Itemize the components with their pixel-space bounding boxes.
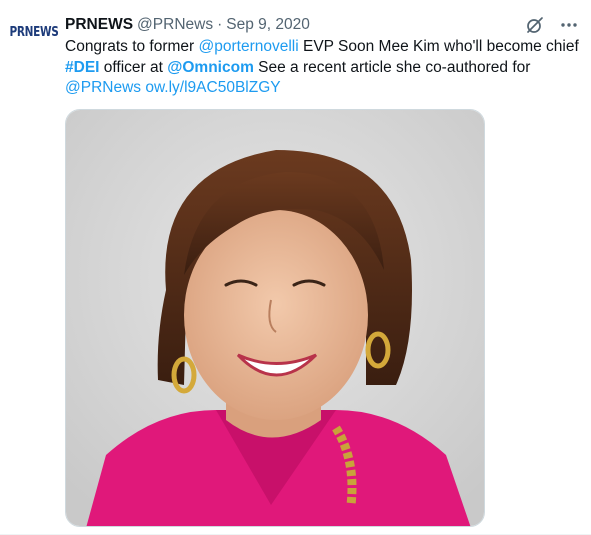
tweet-photo[interactable] — [65, 109, 485, 527]
tweet-text: Congrats to former @porternovelli EVP So… — [65, 37, 585, 99]
tweet-text-line-1: Congrats to former @porternovelli EVP So… — [65, 37, 585, 58]
tweet-header: PRNEWS @PRNews · Sep 9, 2020 — [65, 14, 310, 36]
tweet-card[interactable]: PRNEWS PRNEWS @PRNews · Sep 9, 2020 Cong… — [0, 0, 591, 535]
tweet-date[interactable]: Sep 9, 2020 — [226, 15, 310, 35]
grok-icon[interactable] — [523, 14, 547, 36]
text-segment: Congrats to former — [65, 38, 199, 55]
text-segment: See a recent article she co-authored for — [253, 58, 531, 76]
text-segment: officer at — [99, 58, 168, 76]
user-handle[interactable]: @PRNews — [137, 15, 213, 35]
tweet-text-line-2: #DEI officer at @Omnicom See a recent ar… — [65, 58, 585, 79]
text-segment: EVP Soon Mee Kim who'll become chief — [298, 38, 579, 55]
mention-porternovelli[interactable]: @porternovelli — [199, 38, 299, 55]
hashtag-dei[interactable]: #DEI — [65, 59, 99, 76]
mention-omnicom[interactable]: @Omnicom — [167, 59, 254, 76]
more-options-icon[interactable] — [557, 14, 581, 36]
tweet-actions — [523, 14, 581, 36]
prnews-logo: PRNEWS — [9, 24, 59, 40]
portrait-illustration — [66, 110, 484, 526]
tweet-text-line-3: @PRNews ow.ly/l9AC50BlZGY — [65, 78, 585, 99]
shortened-link[interactable]: ow.ly/l9AC50BlZGY — [145, 79, 280, 96]
avatar[interactable]: PRNEWS — [9, 18, 58, 60]
separator-dot: · — [217, 16, 223, 33]
mention-prnews[interactable]: @PRNews — [65, 79, 141, 96]
display-name[interactable]: PRNEWS — [65, 15, 133, 35]
